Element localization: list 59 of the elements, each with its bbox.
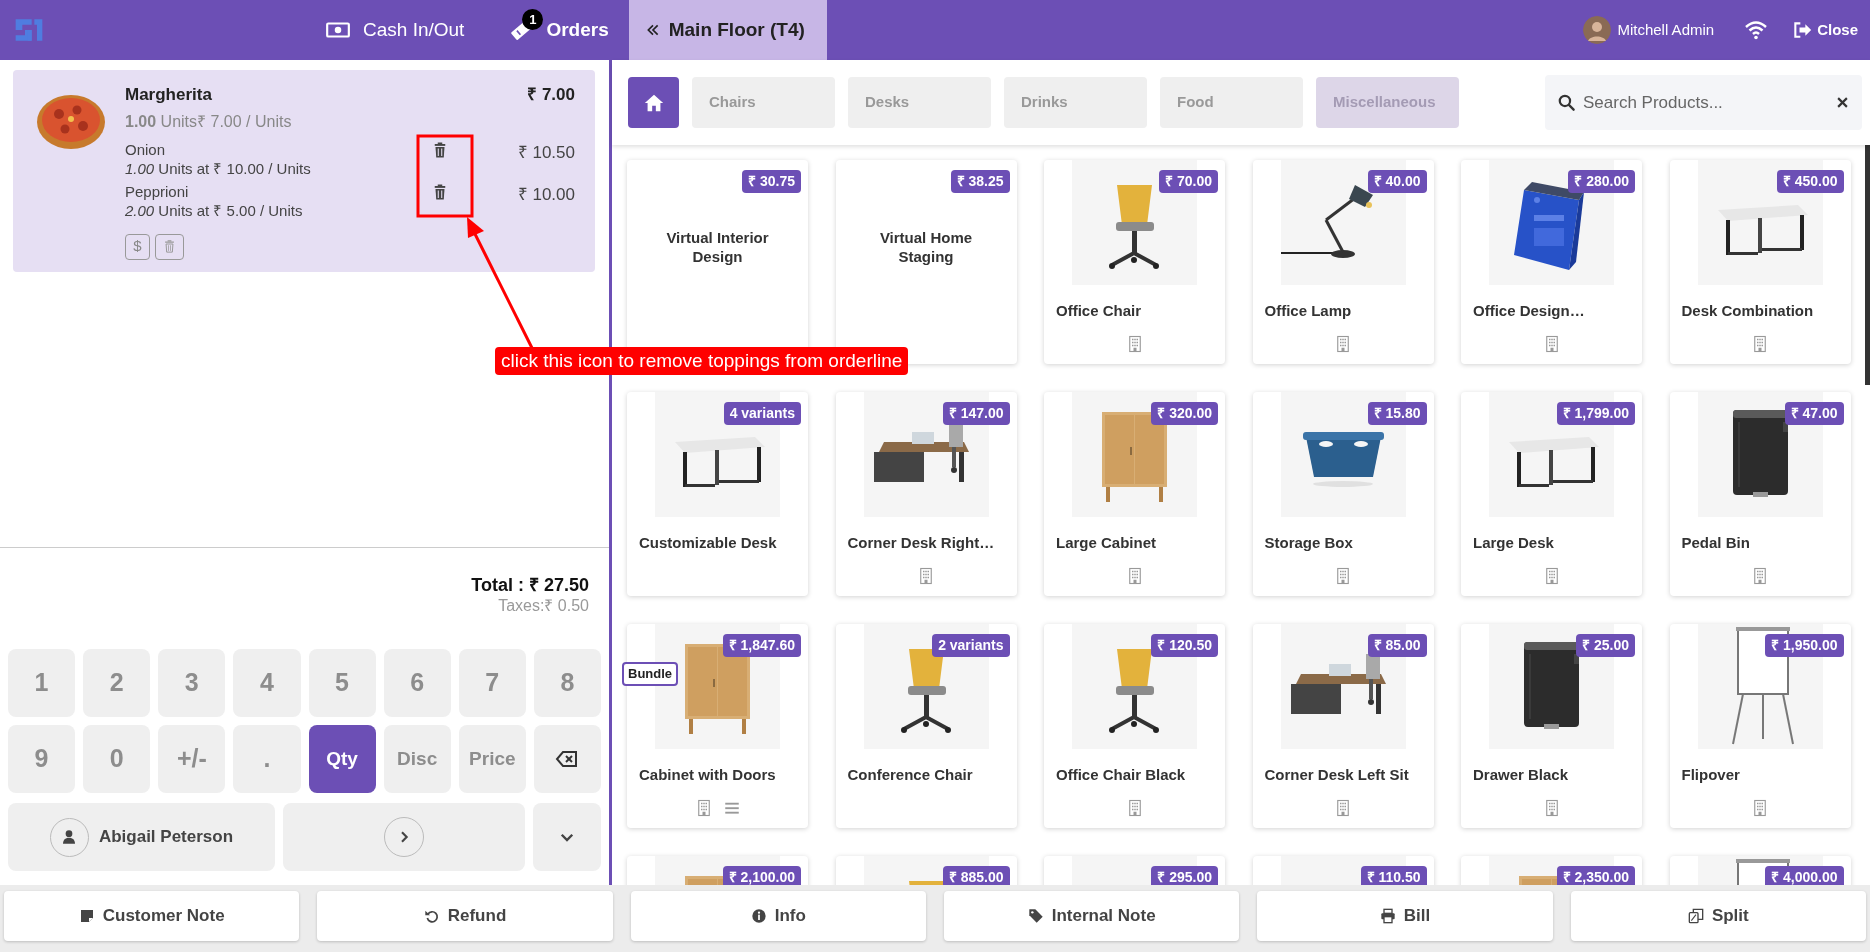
product-name: Office Chair [1056, 301, 1142, 321]
price-badge: ₹ 15.80 [1367, 402, 1427, 425]
product-name: Virtual Home Staging [878, 228, 974, 266]
product-name: Corner Desk Right… [847, 533, 995, 553]
product-name: Virtual Interior Design [665, 228, 770, 266]
topping-price: ₹ 10.50 [516, 141, 575, 164]
product-name: Desk Combination [1681, 301, 1814, 321]
product-name: Office Lamp [1264, 301, 1352, 321]
price-badge: ₹ 295.00 [1151, 866, 1218, 885]
price-badge: ₹ 2,350.00 [1556, 866, 1635, 885]
user-name: Mitchell Admin [1617, 19, 1715, 40]
price-badge: ₹ 85.00 [1367, 634, 1427, 657]
product-name: Flipover [1681, 765, 1740, 785]
price-badge: ₹ 38.25 [950, 170, 1010, 193]
price-badge: ₹ 25.00 [1576, 634, 1635, 657]
product-name: Margherita [125, 84, 212, 106]
line-price: ₹ 7.00 [527, 84, 575, 106]
price-badge: ₹ 110.50 [1360, 866, 1427, 885]
topping-detail: 1.00 Units at ₹ 10.00 / Units [125, 158, 312, 178]
price-badge: ₹ 1,847.60 [722, 634, 801, 657]
product-name: Conference Chair [847, 765, 973, 785]
annotation-tooltip: click this icon to remove toppings from orderline [495, 347, 909, 375]
price-badge: ₹ 280.00 [1568, 170, 1635, 193]
menu-label: Orders [546, 17, 609, 42]
price-badge: ₹ 120.50 [1151, 634, 1218, 657]
price-badge: ₹ 1,950.00 [1765, 634, 1844, 657]
price-badge: ₹ 2,100.00 [722, 866, 801, 885]
topping-name: Pepprioni [125, 181, 190, 201]
product-name: Office Chair Black [1056, 765, 1186, 785]
product-name: Large Desk [1473, 533, 1554, 553]
product-name: Storage Box [1264, 533, 1353, 553]
price-badge: ₹ 320.00 [1151, 402, 1218, 425]
price-badge: ₹ 40.00 [1367, 170, 1427, 193]
topping-name: Onion [125, 139, 167, 159]
topping-detail: 2.00 Units at ₹ 5.00 / Units [125, 200, 304, 220]
price-badge: 4 variants [723, 402, 801, 425]
price-badge: ₹ 1,799.00 [1556, 402, 1635, 425]
price-badge: ₹ 30.75 [742, 170, 801, 193]
price-badge: ₹ 450.00 [1776, 170, 1844, 193]
bundle-tag: Bundle [622, 662, 679, 686]
product-name: Large Cabinet [1056, 533, 1157, 553]
product-name: Cabinet with Doors [639, 765, 776, 785]
count-badge: 1 [522, 9, 544, 30]
price-badge: ₹ 70.00 [1159, 170, 1218, 193]
product-name: Office Design… [1473, 301, 1585, 321]
price-badge: ₹ 47.00 [1784, 402, 1844, 425]
product-name: Pedal Bin [1681, 533, 1750, 553]
product-name: Drawer Black [1473, 765, 1569, 785]
product-name: Corner Desk Left Sit [1264, 765, 1409, 785]
order-total: Total : ₹ 27.50 [471, 574, 589, 596]
price-badge: 2 variants [932, 634, 1010, 657]
price-badge: ₹ 4,000.00 [1765, 866, 1844, 885]
price-badge: ₹ 147.00 [942, 402, 1010, 425]
line-detail: 1.00 Units₹ 7.00 / Units [125, 111, 293, 132]
product-name: Customizable Desk [639, 533, 777, 553]
order-taxes: Taxes:₹ 0.50 [498, 596, 589, 616]
topping-price: ₹ 10.00 [516, 183, 575, 206]
menu-label: Cash In/Out [363, 17, 465, 42]
price-badge: ₹ 885.00 [942, 866, 1010, 885]
